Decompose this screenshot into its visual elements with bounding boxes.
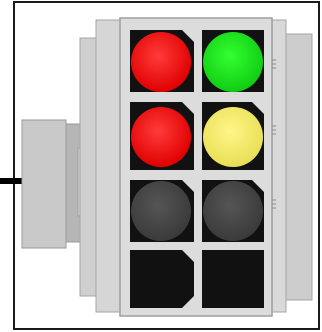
pointer-line [0, 178, 24, 184]
indicator-red-r2 [131, 107, 191, 167]
latch-outer [21, 119, 67, 249]
indicator-green-r1 [203, 32, 263, 92]
connector-svg [0, 1, 320, 330]
cavity-r4-right [202, 250, 264, 308]
indicator-off-r3-right [203, 181, 263, 241]
indicator-yellow-r2 [203, 107, 263, 167]
indicator-red-r1 [131, 32, 191, 92]
indicator-off-r3-left [131, 181, 191, 241]
connector-diagram [0, 0, 322, 332]
cavity-r4-left [130, 250, 194, 308]
